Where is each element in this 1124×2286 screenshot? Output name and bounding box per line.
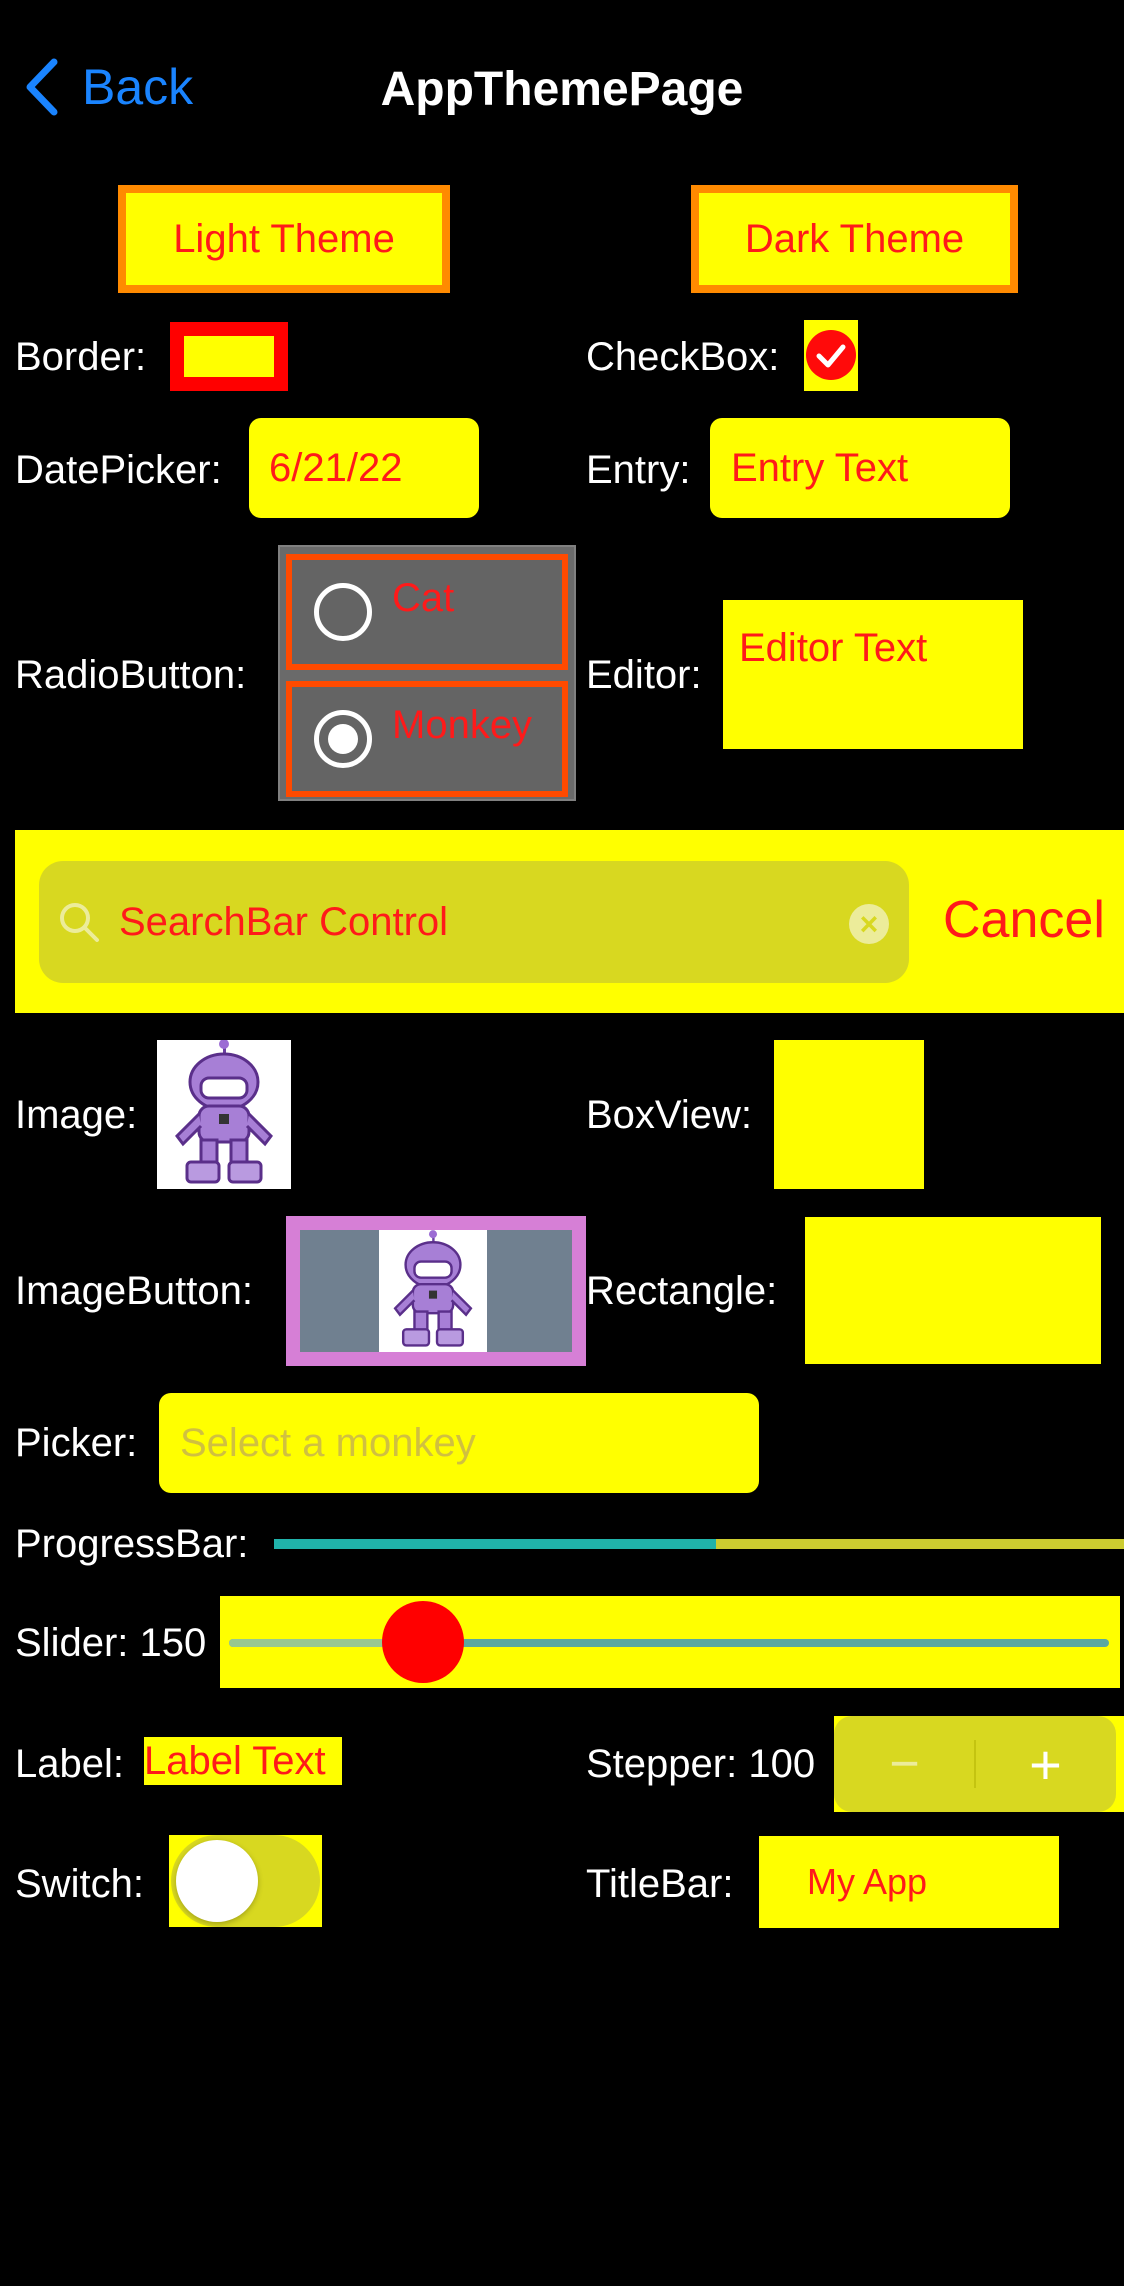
border-label: Border: — [15, 335, 147, 379]
slider-label: Slider: 150 — [15, 1621, 207, 1665]
radio-option-label: Cat — [392, 575, 455, 620]
plus-icon: + — [1029, 1732, 1062, 1796]
image-label: Image: — [15, 1093, 138, 1137]
picker-label: Picker: — [15, 1421, 138, 1465]
titlebar-label: TitleBar: — [586, 1862, 734, 1906]
search-text: SearchBar Control — [119, 899, 449, 944]
label-text: Label Text — [144, 1738, 326, 1783]
robot-image — [157, 1040, 291, 1189]
radio-option-cat[interactable]: Cat — [286, 554, 568, 670]
checkbox-label: CheckBox: — [586, 335, 780, 379]
date-value: 6/21/22 — [269, 445, 403, 490]
entry-text: Entry Text — [731, 445, 909, 490]
rectangle-shape — [805, 1217, 1101, 1364]
light-theme-label: Light Theme — [173, 216, 395, 261]
label-label: Label: — [15, 1742, 124, 1786]
dark-theme-label: Dark Theme — [744, 216, 965, 261]
editor-label: Editor: — [586, 653, 702, 697]
radio-option-label: Monkey — [392, 702, 533, 747]
minus-icon: − — [889, 1735, 920, 1793]
switch-control[interactable] — [169, 1835, 322, 1927]
page-title: AppThemePage — [380, 63, 744, 116]
checkbox[interactable] — [804, 320, 858, 391]
switch-thumb — [176, 1840, 258, 1922]
imagebutton-label: ImageButton: — [15, 1269, 253, 1313]
box-view — [774, 1040, 924, 1189]
progress-fill — [274, 1539, 716, 1549]
radio-group: Cat Monkey — [278, 545, 576, 801]
stepper-body: − + — [834, 1716, 1116, 1812]
progress-bar — [274, 1539, 1124, 1549]
stepper: − + — [834, 1716, 1124, 1812]
slider-thumb[interactable] — [382, 1601, 464, 1683]
search-cancel-button[interactable]: Cancel — [943, 890, 1105, 950]
datepicker-label: DatePicker: — [15, 448, 222, 492]
radio-option-monkey[interactable]: Monkey — [286, 681, 568, 797]
stepper-label: Stepper: 100 — [586, 1742, 816, 1786]
titlebar-text: My App — [807, 1861, 928, 1902]
slider[interactable] — [220, 1596, 1120, 1688]
border-content — [184, 336, 274, 377]
entry-field[interactable]: Entry Text — [710, 418, 1010, 518]
date-picker[interactable]: 6/21/22 — [249, 418, 479, 518]
title-bar: My App — [759, 1836, 1059, 1928]
progressbar-label: ProgressBar: — [15, 1522, 249, 1566]
robot-icon — [175, 1040, 273, 1184]
entry-label: Entry: — [586, 448, 691, 492]
stepper-increment-button[interactable]: + — [975, 1716, 1116, 1812]
editor-text: Editor Text — [739, 626, 928, 670]
rectangle-label: Rectangle: — [586, 1269, 778, 1313]
search-bar: SearchBar Control × Cancel — [15, 830, 1124, 1013]
image-button-picture — [379, 1230, 487, 1352]
stepper-decrement-button[interactable]: − — [834, 1716, 975, 1812]
light-theme-button[interactable]: Light Theme — [118, 185, 450, 293]
robot-icon — [393, 1230, 473, 1347]
boxview-label: BoxView: — [586, 1093, 753, 1137]
radio-selected-icon — [314, 710, 372, 768]
radiobutton-label: RadioButton: — [15, 653, 247, 697]
checkmark-icon — [806, 330, 856, 380]
switch-label: Switch: — [15, 1862, 144, 1906]
border-control — [170, 322, 288, 391]
dark-theme-button[interactable]: Dark Theme — [691, 185, 1018, 293]
picker-placeholder: Select a monkey — [180, 1420, 476, 1465]
clear-icon[interactable]: × — [849, 904, 889, 944]
radio-unselected-icon — [314, 583, 372, 641]
search-icon — [60, 903, 99, 942]
search-input[interactable]: SearchBar Control × — [39, 861, 909, 983]
label-control: Label Text — [144, 1737, 342, 1785]
image-button[interactable] — [286, 1216, 586, 1366]
editor-field[interactable]: Editor Text — [723, 600, 1023, 749]
monkey-picker[interactable]: Select a monkey — [159, 1393, 759, 1493]
